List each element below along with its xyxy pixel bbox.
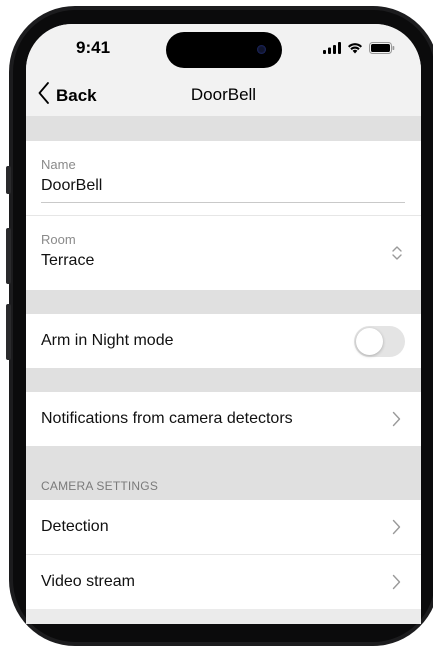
- arm-night-mode-toggle[interactable]: [354, 326, 405, 357]
- room-field-value: Terrace: [41, 252, 95, 269]
- chevron-right-icon: [392, 519, 401, 540]
- notifications-row[interactable]: Notifications from camera detectors: [26, 392, 421, 446]
- detection-label: Detection: [41, 518, 109, 535]
- battery-icon: [369, 41, 395, 59]
- section-spacer: [26, 368, 421, 392]
- name-field[interactable]: Name DoorBell: [26, 141, 421, 216]
- mute-switch: [6, 166, 11, 194]
- camera-settings-header: CAMERA SETTINGS: [26, 446, 421, 500]
- wifi-icon: [347, 41, 363, 59]
- name-field-value[interactable]: DoorBell: [41, 177, 102, 195]
- room-selector[interactable]: Room Terrace: [26, 216, 421, 290]
- name-field-label: Name: [41, 157, 76, 172]
- status-bar: 9:41: [26, 24, 421, 76]
- notifications-label: Notifications from camera detectors: [41, 410, 293, 427]
- room-field-label: Room: [41, 232, 76, 247]
- toggle-knob: [356, 328, 383, 355]
- app-screen: 9:41 Back DoorBell Name DoorBell Room Te…: [26, 24, 421, 624]
- chevron-up-down-icon: [391, 244, 403, 267]
- section-header-label: CAMERA SETTINGS: [41, 479, 159, 493]
- section-spacer: [26, 290, 421, 314]
- settings-list: Name DoorBell Room Terrace Arm in Night …: [26, 116, 421, 609]
- arm-night-mode-label: Arm in Night mode: [41, 332, 174, 349]
- video-stream-label: Video stream: [41, 573, 135, 590]
- section-spacer: [26, 116, 421, 141]
- detection-row[interactable]: Detection: [26, 500, 421, 555]
- page-title: DoorBell: [190, 85, 257, 104]
- name-field-underline: [41, 202, 405, 203]
- front-camera: [257, 45, 266, 54]
- video-stream-row[interactable]: Video stream: [26, 555, 421, 609]
- volume-down-button: [6, 304, 11, 360]
- dynamic-island: [166, 32, 282, 68]
- status-icons: [323, 41, 395, 59]
- arm-night-mode-row: Arm in Night mode: [26, 314, 421, 368]
- navigation-bar: Back DoorBell: [26, 76, 421, 116]
- volume-up-button: [6, 228, 11, 284]
- signal-icon: [323, 41, 341, 59]
- chevron-right-icon: [392, 411, 401, 432]
- status-time: 9:41: [76, 38, 111, 57]
